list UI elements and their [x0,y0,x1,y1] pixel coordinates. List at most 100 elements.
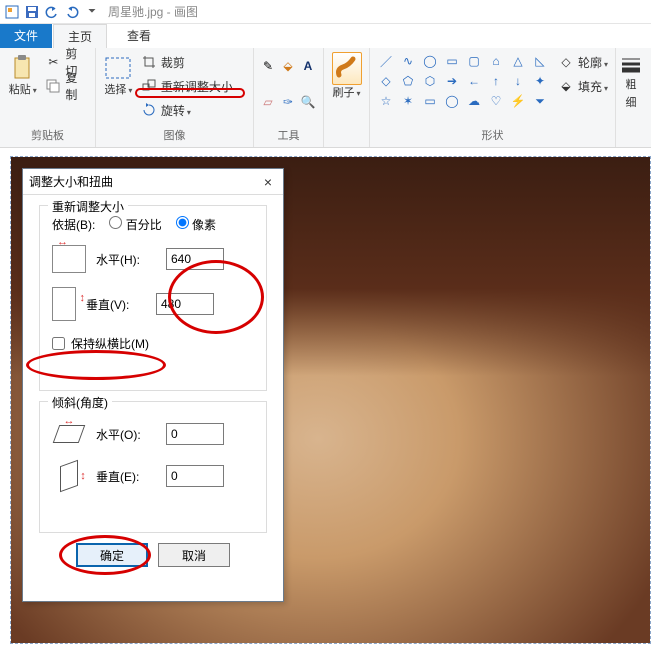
fill-icon[interactable]: ⬙ [280,58,296,74]
vertical-icon: ↕ [52,287,76,321]
qat-customize-icon[interactable]: ⏷ [84,4,100,20]
skew-v-icon: ↕ [52,462,86,490]
title-bar: ⏷ 周星驰.jpg - 画图 [0,0,651,24]
tab-file[interactable]: 文件 [0,24,52,48]
skew-h-label: 水平(O): [96,426,156,443]
crop-button[interactable]: 裁剪 [141,52,247,72]
brush-frame [332,52,362,85]
resize-legend: 重新调整大小 [48,198,128,215]
group-clipboard: 粘贴 ✂ 剪切 复制 剪贴板 [0,48,96,147]
skew-h-icon: ↔ [52,420,86,448]
shape-rect-icon[interactable]: ▭ [442,52,462,70]
redo-icon[interactable] [64,4,80,20]
magnifier-icon[interactable]: 🔍 [300,94,316,110]
group-label-clipboard: 剪贴板 [6,125,89,147]
radio-pixels[interactable]: 像素 [176,216,216,233]
group-image: 选择 裁剪 重新调整大小 [96,48,254,147]
shape-star5-icon[interactable]: ☆ [376,92,396,110]
shape-callout-rect-icon[interactable]: ▭ [420,92,440,110]
annotation-aspect-highlight [26,350,166,380]
rotate-button[interactable]: 旋转 [141,100,247,120]
group-label-image: 图像 [102,125,247,147]
shape-star4-icon[interactable]: ✦ [530,72,550,90]
vertical-input[interactable] [156,293,214,315]
shape-rtriangle-icon[interactable]: ◺ [530,52,550,70]
horizontal-icon: ↔ [52,245,86,273]
stroke-weight-icon[interactable] [620,56,642,74]
undo-icon[interactable] [44,4,60,20]
brush-icon [335,55,359,79]
resize-button[interactable]: 重新调整大小 [141,76,247,96]
shape-curve-icon[interactable]: ∿ [398,52,418,70]
skew-v-label: 垂直(E): [96,468,156,485]
shape-pentagon-icon[interactable]: ⬠ [398,72,418,90]
tab-view[interactable]: 查看 [113,24,165,48]
dialog-title: 调整大小和扭曲 [29,173,113,190]
group-brushes: 刷子 [324,48,370,147]
vertical-label: 垂直(V): [86,296,146,313]
picker-icon[interactable]: ✑ [280,94,296,110]
skew-legend: 倾斜(角度) [48,394,112,411]
cancel-button[interactable]: 取消 [158,543,230,567]
shape-oval-icon[interactable]: ◯ [420,52,440,70]
shape-callout-round-icon[interactable]: ◯ [442,92,462,110]
aspect-ratio-checkbox[interactable]: 保持纵横比(M) [52,335,254,352]
eraser-icon[interactable]: ▱ [260,94,276,110]
shape-diamond-icon[interactable]: ◇ [376,72,396,90]
horizontal-label: 水平(H): [96,251,156,268]
shape-lightning-icon[interactable]: ⚡ [508,92,528,110]
skew-fieldset: 倾斜(角度) ↔ 水平(O): ↕ 垂直(E): [39,401,267,533]
copy-button[interactable]: 复制 [46,76,89,96]
shape-roundrect-icon[interactable]: ▢ [464,52,484,70]
shape-heart-icon[interactable]: ♡ [486,92,506,110]
shapes-gallery[interactable]: ／ ∿ ◯ ▭ ▢ ⌂ △ ◺ ◇ ⬠ ⬡ ➔ ← ↑ ↓ ✦ ☆ ✶ ▭ ◯ [376,52,552,110]
select-icon [104,54,132,82]
shape-triangle-icon[interactable]: △ [508,52,528,70]
group-size: 粗 细 [616,48,646,147]
save-icon[interactable] [24,4,40,20]
shape-arrow-l-icon[interactable]: ← [464,72,484,90]
shape-arrow-r-icon[interactable]: ➔ [442,72,462,90]
rotate-icon [141,102,157,118]
ok-button[interactable]: 确定 [76,543,148,567]
size-thin-label: 细 [626,94,637,110]
group-shapes: ／ ∿ ◯ ▭ ▢ ⌂ △ ◺ ◇ ⬠ ⬡ ➔ ← ↑ ↓ ✦ ☆ ✶ ▭ ◯ [370,48,616,147]
brushes-button[interactable]: 刷子 [330,52,363,122]
radio-percent[interactable]: 百分比 [109,216,161,233]
pencil-icon[interactable]: ✎ [260,58,276,74]
shape-line-icon[interactable]: ／ [376,52,396,70]
paste-button[interactable]: 粘贴 [6,52,40,122]
select-button[interactable]: 选择 [102,52,135,122]
basis-label: 依据(B): [52,216,95,233]
shape-arrow-u-icon[interactable]: ↑ [486,72,506,90]
ribbon: 粘贴 ✂ 剪切 复制 剪贴板 [0,48,651,148]
group-label-shapes: 形状 [376,125,609,147]
skew-v-input[interactable] [166,465,224,487]
shape-polygon-icon[interactable]: ⌂ [486,52,506,70]
size-thick-label: 粗 [626,76,637,92]
resize-icon [141,78,157,94]
horizontal-input[interactable] [166,248,224,270]
shapes-more-icon[interactable]: ⏷ [530,92,550,110]
shape-star6-icon[interactable]: ✶ [398,92,418,110]
text-icon[interactable]: A [300,58,316,74]
shape-arrow-d-icon[interactable]: ↓ [508,72,528,90]
resize-fieldset: 重新调整大小 依据(B): 百分比 像素 ↔ 水平(H): ↕ 垂直(V): 保… [39,205,267,391]
quick-access-toolbar: ⏷ [4,4,100,20]
ribbon-tabs: 文件 主页 查看 [0,24,651,48]
fill-button[interactable]: ⬙ 填充 [558,76,608,96]
copy-icon [46,78,62,94]
shape-hexagon-icon[interactable]: ⬡ [420,72,440,90]
bucket-icon: ⬙ [558,78,574,94]
outline-button[interactable]: ◇ 轮廓 [558,52,608,72]
shape-callout-cloud-icon[interactable]: ☁ [464,92,484,110]
skew-h-input[interactable] [166,423,224,445]
scissors-icon: ✂ [46,54,62,70]
paint-app-icon [4,4,20,20]
group-label-tools: 工具 [260,125,317,147]
group-tools: ✎ ⬙ A ▱ ✑ 🔍 工具 [254,48,324,147]
resize-skew-dialog: 调整大小和扭曲 × 重新调整大小 依据(B): 百分比 像素 ↔ 水平(H): … [22,168,284,602]
window-title: 周星驰.jpg - 画图 [108,3,198,20]
paste-icon [9,54,37,82]
close-icon[interactable]: × [259,173,277,191]
